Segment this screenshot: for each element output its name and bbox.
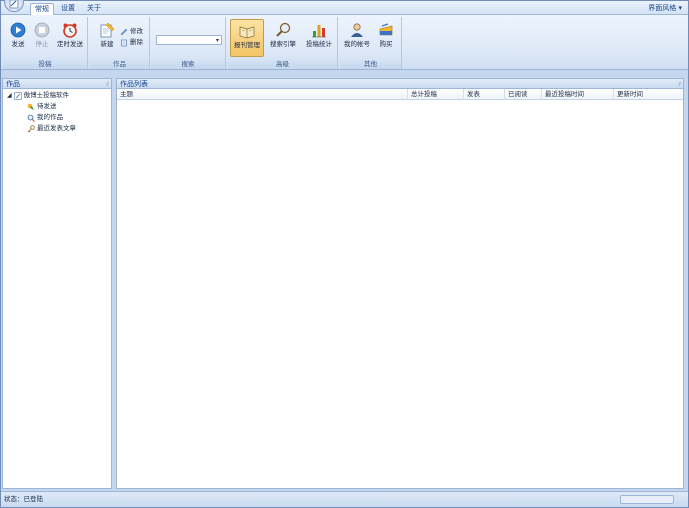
tree-item-recent-articles-label: 最近发表文章 bbox=[37, 124, 76, 132]
tab-general[interactable]: 常规 bbox=[30, 3, 54, 15]
column-read[interactable]: 已阅读 bbox=[504, 89, 541, 100]
column-update-time[interactable]: 更新时间 bbox=[613, 89, 683, 100]
my-account-label: 我的帐号 bbox=[344, 40, 370, 48]
submission-stats-button[interactable]: 投稿统计 bbox=[302, 19, 336, 57]
my-account-button[interactable]: 我的帐号 bbox=[342, 19, 372, 57]
edit-work-button[interactable]: 修改 bbox=[120, 27, 143, 36]
collapse-arrow-icon[interactable]: ◢ bbox=[7, 90, 12, 101]
works-list-panel: 作品列表 ⫽ 主题 总计投稿 发表 已阅读 最近投稿时间 更新时间 bbox=[116, 78, 684, 489]
app-document-icon bbox=[13, 91, 22, 100]
status-bar: 状态：已登陆 bbox=[1, 491, 688, 507]
new-work-label: 新建 bbox=[100, 40, 114, 48]
ribbon-group-advanced: 报刊管理 搜索引擎 投稿统计 高级 bbox=[228, 17, 338, 69]
submission-stats-label: 投稿统计 bbox=[306, 40, 332, 48]
tree-item-recent-articles[interactable]: 最近发表文章 bbox=[3, 123, 111, 134]
buy-label: 购买 bbox=[379, 40, 393, 48]
delete-label: 删除 bbox=[130, 38, 143, 46]
edit-icon bbox=[120, 28, 128, 36]
ui-style-menu[interactable]: 界面风格 ▾ bbox=[648, 4, 682, 13]
ribbon-group-works: 新建 修改 删除 作品 bbox=[90, 17, 150, 69]
app-window: 常规 设置 关于 界面风格 ▾ 发送 停止 定时发送 投稿 新建 修改 删除 作… bbox=[0, 0, 689, 508]
tab-about[interactable]: 关于 bbox=[83, 3, 105, 15]
scheduled-send-button[interactable]: 定时发送 bbox=[53, 19, 87, 57]
ui-style-label: 界面风格 bbox=[648, 4, 677, 12]
delete-icon bbox=[121, 39, 127, 46]
search-engine-button[interactable]: 搜索引擎 bbox=[266, 19, 300, 57]
buy-button[interactable]: 购买 bbox=[372, 19, 400, 57]
tree-root[interactable]: ◢ 傲博士投稿软件 bbox=[3, 90, 111, 101]
key-icon bbox=[27, 124, 35, 132]
scheduled-send-label: 定时发送 bbox=[57, 40, 83, 48]
tab-settings[interactable]: 设置 bbox=[57, 3, 79, 15]
chevron-down-icon[interactable]: ▾ bbox=[216, 37, 219, 44]
works-list-title: 作品列表 bbox=[120, 80, 148, 88]
search-engine-label: 搜索引擎 bbox=[270, 40, 296, 48]
ribbon: 发送 停止 定时发送 投稿 新建 修改 删除 作品 ▾ 搜索 报刊管理 搜索引擎… bbox=[1, 15, 688, 70]
application-menu-button[interactable] bbox=[4, 0, 24, 12]
column-last-submission-time[interactable]: 最近投稿时间 bbox=[541, 89, 613, 100]
ribbon-group-search-label: 搜索 bbox=[151, 59, 225, 69]
pending-icon bbox=[27, 103, 34, 110]
tree-item-pending[interactable]: 待发送 bbox=[3, 101, 111, 112]
stop-icon bbox=[34, 22, 50, 38]
cart-icon bbox=[379, 23, 393, 36]
ribbon-group-post: 发送 停止 定时发送 投稿 bbox=[3, 17, 88, 69]
bar-chart-icon bbox=[312, 25, 326, 38]
book-icon bbox=[239, 26, 255, 39]
magnifier-icon bbox=[276, 22, 291, 37]
new-work-button[interactable]: 新建 bbox=[92, 19, 122, 57]
works-tree: ◢ 傲博士投稿软件 待发送 我的作品 最近发表文章 bbox=[3, 89, 111, 134]
ribbon-tab-bar: 常规 设置 关于 界面风格 ▾ bbox=[1, 0, 688, 15]
ribbon-group-search: ▾ 搜索 bbox=[151, 17, 226, 69]
pin-icon[interactable]: ⫽ bbox=[106, 80, 109, 90]
tree-item-my-works[interactable]: 我的作品 bbox=[3, 112, 111, 123]
edit-label: 修改 bbox=[130, 27, 143, 35]
search-works-icon bbox=[27, 114, 35, 122]
works-panel-header: 作品 ⫽ bbox=[3, 79, 111, 89]
status-text: 状态：已登陆 bbox=[4, 495, 43, 503]
chevron-down-icon: ▾ bbox=[678, 4, 682, 12]
works-panel-title: 作品 bbox=[6, 80, 20, 88]
status-progress-slot bbox=[620, 495, 674, 504]
play-icon bbox=[10, 22, 26, 38]
new-document-icon bbox=[100, 22, 115, 38]
ribbon-group-post-label: 投稿 bbox=[3, 59, 87, 69]
works-list-header: 作品列表 ⫽ bbox=[117, 79, 683, 89]
search-combo[interactable]: ▾ bbox=[156, 35, 222, 45]
tree-item-my-works-label: 我的作品 bbox=[37, 113, 63, 121]
app-logo-icon bbox=[9, 0, 19, 8]
ribbon-group-other-label: 其他 bbox=[340, 59, 401, 69]
ribbon-group-other: 我的帐号 购买 其他 bbox=[340, 17, 402, 69]
column-total-submissions[interactable]: 总计投稿 bbox=[407, 89, 463, 100]
alarm-clock-icon bbox=[63, 23, 77, 38]
ribbon-group-advanced-label: 高级 bbox=[228, 59, 337, 69]
tree-root-label: 傲博士投稿软件 bbox=[23, 91, 70, 99]
journal-management-button[interactable]: 报刊管理 bbox=[230, 19, 264, 57]
user-icon bbox=[351, 23, 363, 37]
column-published[interactable]: 发表 bbox=[463, 89, 504, 100]
delete-work-button[interactable]: 删除 bbox=[120, 38, 143, 47]
journal-management-label: 报刊管理 bbox=[234, 41, 260, 49]
works-table-body bbox=[117, 100, 683, 488]
tree-item-pending-label: 待发送 bbox=[37, 102, 57, 110]
works-table-header: 主题 总计投稿 发表 已阅读 最近投稿时间 更新时间 bbox=[117, 89, 683, 100]
column-subject[interactable]: 主题 bbox=[117, 89, 407, 100]
works-panel: 作品 ⫽ ◢ 傲博士投稿软件 待发送 我的作品 最近发表文章 bbox=[2, 78, 112, 489]
ribbon-group-works-label: 作品 bbox=[90, 59, 149, 69]
